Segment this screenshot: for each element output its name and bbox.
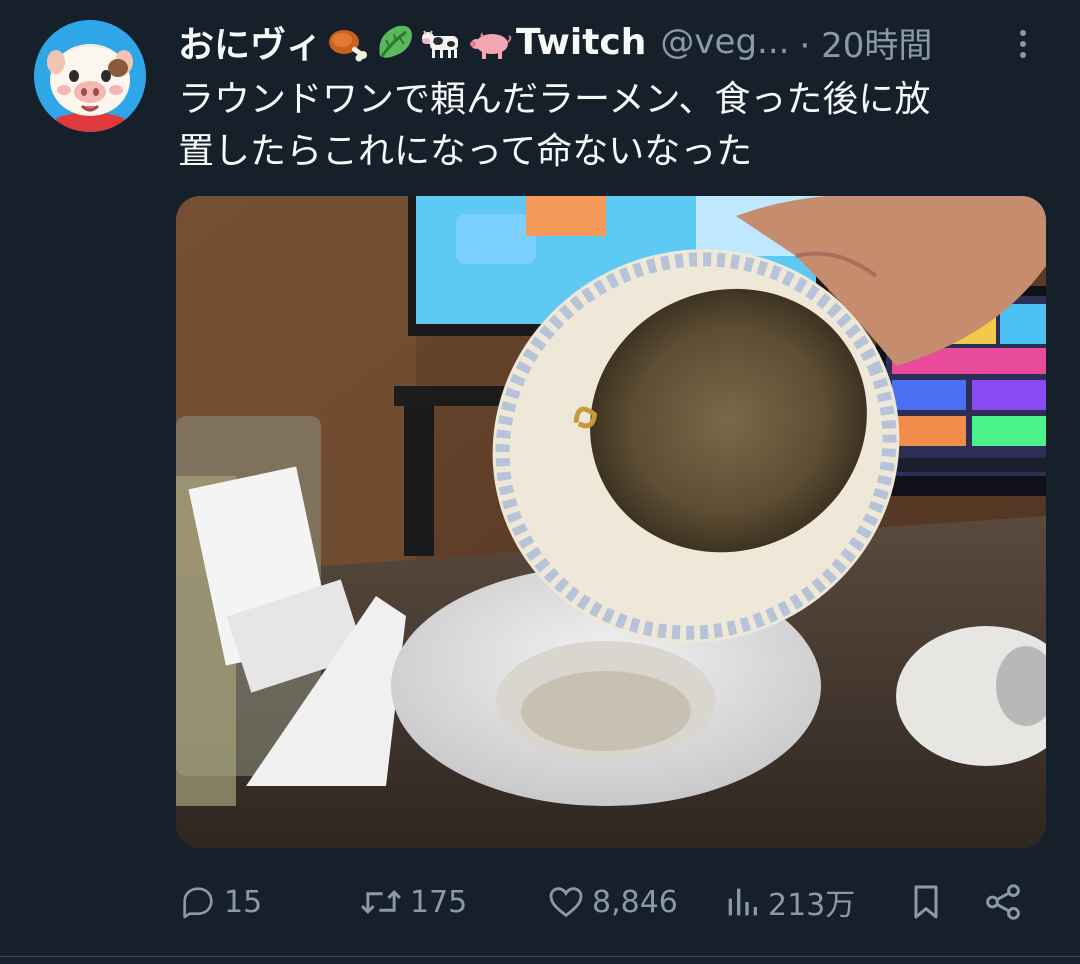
tweet[interactable]: おにヴィ Twitch @veg... · 20時間 ラウンドワンで頼んだラーメ… (0, 0, 1080, 964)
like-count: 8,846 (592, 884, 678, 920)
author-display-name[interactable]: おにヴィ (178, 16, 322, 68)
tweet-text-line: 置したらこれになって命ないなった (178, 131, 753, 172)
author-name-suffix[interactable]: Twitch (516, 22, 646, 63)
more-options-button[interactable] (1008, 22, 1038, 66)
author-handle[interactable]: @veg... (660, 22, 789, 62)
bookmark-icon (914, 885, 938, 919)
divider (0, 956, 1080, 957)
pig-emoji-icon (470, 32, 512, 59)
retweet-icon (361, 890, 401, 914)
reply-icon (183, 887, 213, 919)
tweet-timestamp[interactable]: · 20時間 (799, 18, 932, 67)
retweet-button[interactable]: 175 (358, 872, 467, 932)
share-button[interactable] (982, 872, 1024, 932)
tweet-header: おにヴィ Twitch @veg... · 20時間 (178, 14, 932, 70)
retweet-count: 175 (410, 884, 468, 920)
tweet-text: ラウンドワンで頼んだラーメン、食った後に放 置したらこれになって命ないなった (178, 74, 1038, 178)
tweet-text-line: ラウンドワンで頼んだラーメン、食った後に放 (178, 79, 931, 120)
bar-chart-icon (728, 888, 757, 916)
reply-count: 15 (224, 884, 263, 920)
more-vertical-icon (1020, 30, 1026, 36)
views-button[interactable]: 213万 (722, 872, 855, 932)
share-icon (986, 884, 1020, 920)
heart-icon (549, 887, 583, 918)
leafy-green-emoji-icon (379, 25, 413, 58)
tweet-photo[interactable] (176, 196, 1046, 848)
like-button[interactable]: 8,846 (546, 872, 678, 932)
bookmark-button[interactable] (906, 872, 946, 932)
avatar[interactable] (34, 20, 146, 132)
reply-button[interactable]: 15 (178, 872, 262, 932)
cow-emoji-icon (422, 30, 459, 58)
views-count: 213万 (768, 888, 856, 923)
tweet-actions: 15 175 8,846 213万 (0, 872, 1080, 932)
meat-on-bone-emoji-icon (329, 30, 368, 62)
pig-avatar-illustration (34, 20, 146, 132)
ramen-bowl-photo-illustration (176, 196, 1046, 848)
